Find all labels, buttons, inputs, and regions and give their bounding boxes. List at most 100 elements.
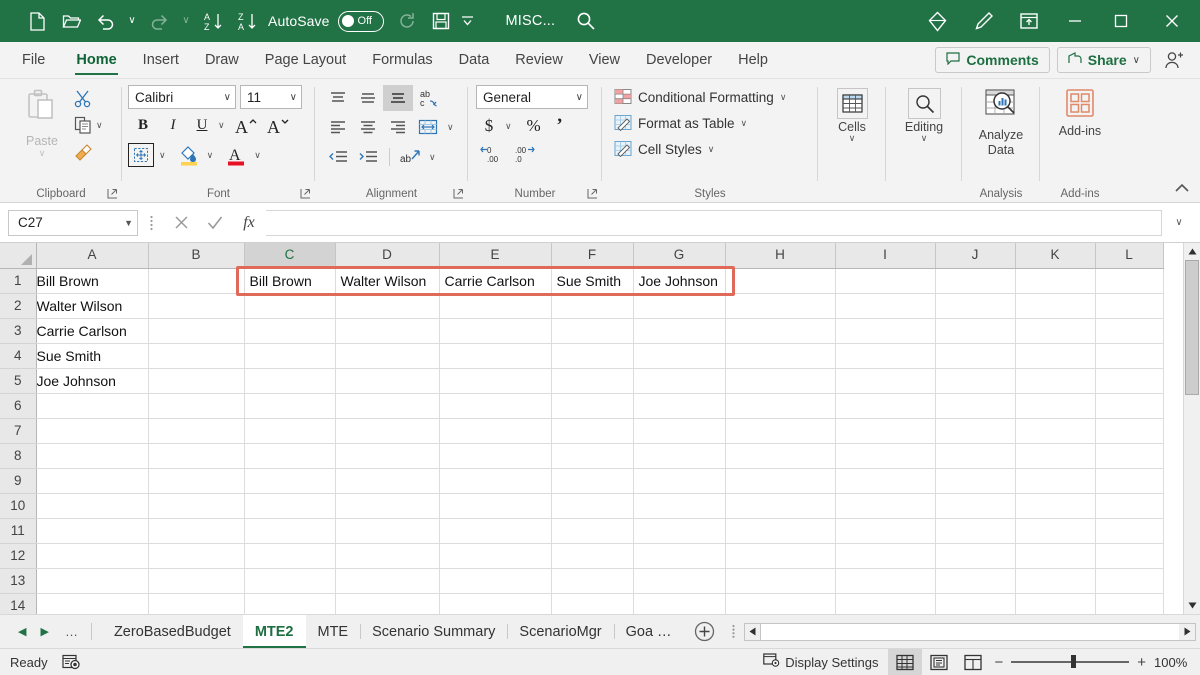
- cell-i4[interactable]: [835, 344, 935, 369]
- cell-b9[interactable]: [148, 469, 244, 494]
- sort-ascending-icon[interactable]: AZ: [196, 6, 230, 36]
- top-align-button[interactable]: [323, 85, 353, 111]
- font-name-combobox[interactable]: Calibri ∨: [128, 85, 236, 109]
- copy-button[interactable]: [70, 112, 96, 138]
- cell-h9[interactable]: [725, 469, 835, 494]
- cell-l8[interactable]: [1095, 444, 1163, 469]
- column-header-d[interactable]: D: [335, 243, 439, 268]
- number-format-combobox[interactable]: General ∨: [476, 85, 588, 109]
- close-button[interactable]: [1144, 0, 1200, 42]
- cell-f4[interactable]: [551, 344, 633, 369]
- comments-button[interactable]: Comments: [935, 47, 1049, 73]
- ribbon-display-options-icon[interactable]: [1006, 0, 1052, 42]
- cell-e13[interactable]: [439, 569, 551, 594]
- cell-j14[interactable]: [935, 594, 1015, 615]
- cell-k2[interactable]: [1015, 294, 1095, 319]
- bottom-align-button[interactable]: [383, 85, 413, 111]
- cell-k13[interactable]: [1015, 569, 1095, 594]
- cell-d4[interactable]: [335, 344, 439, 369]
- cell-a9[interactable]: [36, 469, 148, 494]
- row-header-10[interactable]: 10: [0, 494, 36, 519]
- row-header-11[interactable]: 11: [0, 519, 36, 544]
- undo-dropdown-chevron-icon[interactable]: ∨: [122, 6, 142, 36]
- cell-h8[interactable]: [725, 444, 835, 469]
- horizontal-scrollbar-track[interactable]: [761, 623, 1179, 641]
- cell-a3[interactable]: Carrie Carlson: [36, 319, 148, 344]
- row-header-2[interactable]: 2: [0, 294, 36, 319]
- column-header-b[interactable]: B: [148, 243, 244, 268]
- cell-j6[interactable]: [935, 394, 1015, 419]
- sheet-tab-goal[interactable]: Goa …: [614, 615, 684, 648]
- cell-k5[interactable]: [1015, 369, 1095, 394]
- cell-a2[interactable]: Walter Wilson: [36, 294, 148, 319]
- cell-h1[interactable]: [725, 268, 835, 294]
- cell-e1[interactable]: Carrie Carlson: [439, 268, 551, 294]
- cell-j9[interactable]: [935, 469, 1015, 494]
- tab-view[interactable]: View: [576, 42, 633, 78]
- cell-f3[interactable]: [551, 319, 633, 344]
- cell-j1[interactable]: [935, 268, 1015, 294]
- zoom-slider[interactable]: − +: [990, 654, 1154, 671]
- cell-d6[interactable]: [335, 394, 439, 419]
- cell-i12[interactable]: [835, 544, 935, 569]
- cell-d1[interactable]: Walter Wilson: [335, 268, 439, 294]
- previous-sheet-button[interactable]: ◀: [18, 625, 26, 638]
- cut-button[interactable]: [70, 86, 96, 112]
- merge-and-center-button[interactable]: [413, 114, 443, 140]
- expand-formula-bar-button[interactable]: ∨: [1166, 217, 1192, 228]
- cell-f2[interactable]: [551, 294, 633, 319]
- format-as-table-chevron-down-icon[interactable]: ∨: [741, 119, 748, 128]
- cell-h2[interactable]: [725, 294, 835, 319]
- row-header-13[interactable]: 13: [0, 569, 36, 594]
- cell-l12[interactable]: [1095, 544, 1163, 569]
- font-color-chevron-down-icon[interactable]: ∨: [249, 151, 267, 160]
- editing-button[interactable]: Editing ∨: [896, 84, 952, 143]
- column-header-l[interactable]: L: [1095, 243, 1163, 268]
- minimize-button[interactable]: [1052, 0, 1098, 42]
- decrease-decimal-button[interactable]: 0.00: [476, 142, 510, 166]
- cell-k1[interactable]: [1015, 268, 1095, 294]
- cell-c3[interactable]: [244, 319, 335, 344]
- cell-e10[interactable]: [439, 494, 551, 519]
- increase-font-size-button[interactable]: A: [231, 112, 263, 138]
- tab-data[interactable]: Data: [446, 42, 503, 78]
- cell-styles-chevron-down-icon[interactable]: ∨: [708, 145, 715, 154]
- name-box-chevron-down-icon[interactable]: ▼: [124, 218, 133, 228]
- cell-i5[interactable]: [835, 369, 935, 394]
- cell-e6[interactable]: [439, 394, 551, 419]
- add-sheet-button[interactable]: [684, 615, 725, 648]
- alignment-dialog-launcher-icon[interactable]: [453, 187, 464, 205]
- cell-g6[interactable]: [633, 394, 725, 419]
- cell-e4[interactable]: [439, 344, 551, 369]
- cell-g3[interactable]: [633, 319, 725, 344]
- column-header-c[interactable]: C: [244, 243, 335, 268]
- borders-chevron-down-icon[interactable]: ∨: [154, 151, 176, 160]
- cell-b3[interactable]: [148, 319, 244, 344]
- row-header-5[interactable]: 5: [0, 369, 36, 394]
- cell-h14[interactable]: [725, 594, 835, 615]
- cell-h7[interactable]: [725, 419, 835, 444]
- diamond-icon[interactable]: [914, 0, 960, 42]
- column-header-i[interactable]: I: [835, 243, 935, 268]
- cell-c6[interactable]: [244, 394, 335, 419]
- row-header-8[interactable]: 8: [0, 444, 36, 469]
- italic-button[interactable]: I: [158, 112, 188, 138]
- cell-f8[interactable]: [551, 444, 633, 469]
- customize-quick-access-toolbar-icon[interactable]: [458, 6, 478, 36]
- column-header-e[interactable]: E: [439, 243, 551, 268]
- cell-i6[interactable]: [835, 394, 935, 419]
- cell-j7[interactable]: [935, 419, 1015, 444]
- normal-view-icon[interactable]: [888, 649, 922, 675]
- cell-k8[interactable]: [1015, 444, 1095, 469]
- font-size-combobox[interactable]: 11 ∨: [240, 85, 302, 109]
- share-person-icon[interactable]: [1158, 46, 1190, 74]
- add-ins-button[interactable]: Add-ins: [1052, 84, 1108, 138]
- redo-icon[interactable]: [142, 6, 176, 36]
- cell-c9[interactable]: [244, 469, 335, 494]
- cell-b12[interactable]: [148, 544, 244, 569]
- column-header-a[interactable]: A: [36, 243, 148, 268]
- cell-g5[interactable]: [633, 369, 725, 394]
- search-icon[interactable]: [575, 10, 597, 32]
- cell-f7[interactable]: [551, 419, 633, 444]
- cell-l14[interactable]: [1095, 594, 1163, 615]
